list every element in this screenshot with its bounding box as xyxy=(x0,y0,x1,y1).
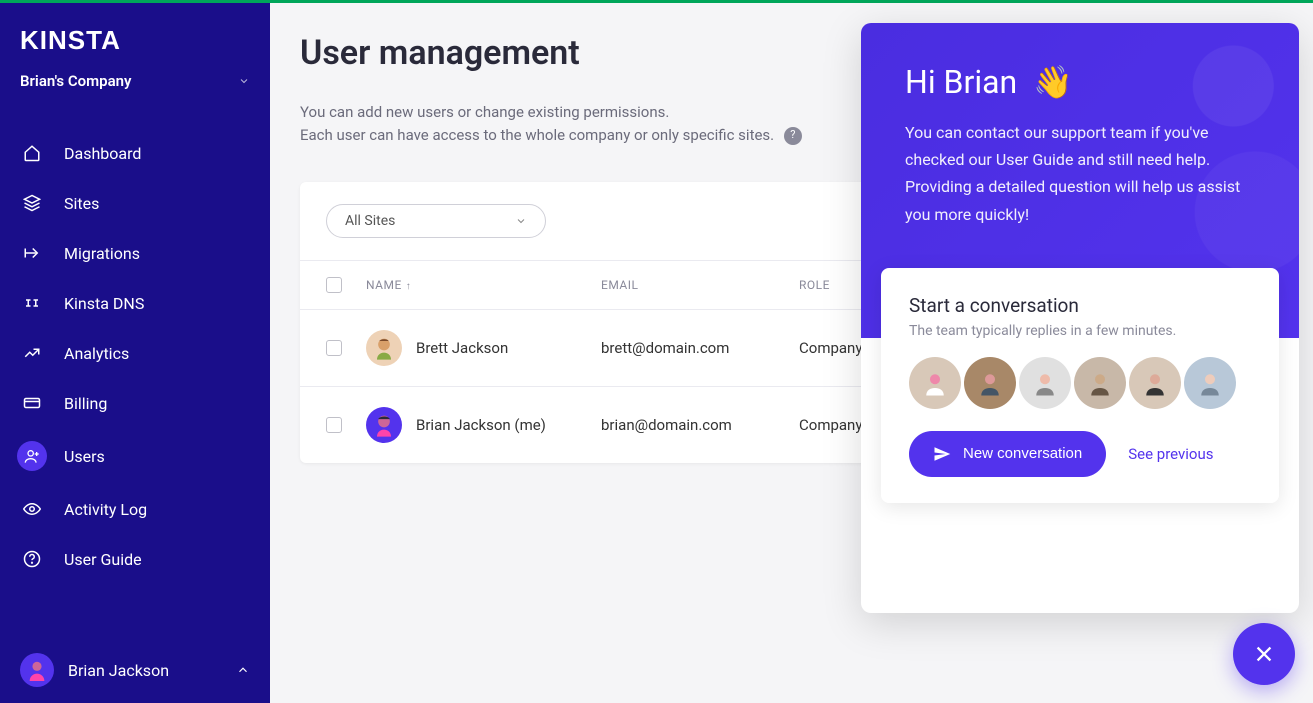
sidebar-item-dns[interactable]: Kinsta DNS xyxy=(0,278,270,328)
user-email: brian@domain.com xyxy=(601,416,799,434)
avatar xyxy=(20,653,54,687)
sidebar-item-label: Kinsta DNS xyxy=(64,294,144,313)
team-avatar xyxy=(1074,357,1126,409)
sidebar-item-user-guide[interactable]: User Guide xyxy=(0,534,270,584)
see-previous-link[interactable]: See previous xyxy=(1128,445,1213,463)
team-avatar xyxy=(964,357,1016,409)
chevron-down-icon xyxy=(238,75,250,87)
site-filter-label: All Sites xyxy=(345,213,395,229)
user-name: Brian Jackson (me) xyxy=(416,416,546,434)
sidebar-item-activity-log[interactable]: Activity Log xyxy=(0,484,270,534)
team-avatar xyxy=(1019,357,1071,409)
select-all-checkbox[interactable] xyxy=(326,277,342,293)
sidebar-item-label: Dashboard xyxy=(64,144,141,163)
chat-greeting: Hi Brian 👋 xyxy=(905,63,1255,101)
new-conversation-label: New conversation xyxy=(963,445,1082,462)
sidebar-item-migrations[interactable]: Migrations xyxy=(0,228,270,278)
migrations-icon xyxy=(20,241,44,265)
chevron-up-icon xyxy=(236,663,250,677)
sidebar-item-label: Analytics xyxy=(64,344,129,363)
chat-actions: New conversation See previous xyxy=(909,431,1251,477)
current-user-name: Brian Jackson xyxy=(68,661,169,680)
team-avatars xyxy=(909,357,1251,409)
sidebar-item-label: Migrations xyxy=(64,244,140,263)
sidebar-item-users[interactable]: Users xyxy=(0,428,270,484)
new-conversation-button[interactable]: New conversation xyxy=(909,431,1106,477)
chat-card-subtitle: The team typically replies in a few minu… xyxy=(909,323,1251,339)
chat-widget: Hi Brian 👋 You can contact our support t… xyxy=(861,23,1299,613)
analytics-icon xyxy=(20,341,44,365)
sort-asc-icon: ↑ xyxy=(406,281,412,292)
sidebar-item-billing[interactable]: Billing xyxy=(0,378,270,428)
eye-icon xyxy=(20,497,44,521)
users-icon xyxy=(17,441,47,471)
row-checkbox[interactable] xyxy=(326,417,342,433)
team-avatar xyxy=(1184,357,1236,409)
brand-logo: KINSTA xyxy=(0,3,270,66)
sidebar-item-sites[interactable]: Sites xyxy=(0,178,270,228)
chat-conversation-card: Start a conversation The team typically … xyxy=(881,268,1279,503)
user-name: Brett Jackson xyxy=(416,339,508,357)
sidebar-item-label: Billing xyxy=(64,394,107,413)
wave-emoji: 👋 xyxy=(1033,63,1073,101)
team-avatar xyxy=(909,357,961,409)
close-icon xyxy=(1253,643,1275,665)
site-filter-select[interactable]: All Sites xyxy=(326,204,546,238)
avatar xyxy=(366,330,402,366)
help-icon xyxy=(20,547,44,571)
header-name[interactable]: NAME↑ xyxy=(366,278,601,292)
sidebar-item-label: User Guide xyxy=(64,550,142,569)
team-avatar xyxy=(1129,357,1181,409)
layers-icon xyxy=(20,191,44,215)
sidebar-item-label: Sites xyxy=(64,194,99,213)
nav-list: Dashboard Sites Migrations Kinsta DNS An… xyxy=(0,110,270,637)
header-email[interactable]: EMAIL xyxy=(601,278,799,292)
sidebar: KINSTA Brian's Company Dashboard Sites M… xyxy=(0,3,270,703)
chat-close-button[interactable] xyxy=(1233,623,1295,685)
send-icon xyxy=(933,445,951,463)
chat-subtext: You can contact our support team if you'… xyxy=(905,119,1255,228)
billing-icon xyxy=(20,391,44,415)
current-user-menu[interactable]: Brian Jackson xyxy=(0,637,270,703)
sidebar-item-analytics[interactable]: Analytics xyxy=(0,328,270,378)
user-email: brett@domain.com xyxy=(601,339,799,357)
chevron-down-icon xyxy=(515,215,527,227)
company-selector-label: Brian's Company xyxy=(20,72,132,90)
home-icon xyxy=(20,141,44,165)
dns-icon xyxy=(20,291,44,315)
sidebar-item-dashboard[interactable]: Dashboard xyxy=(0,128,270,178)
row-checkbox[interactable] xyxy=(326,340,342,356)
sidebar-item-label: Users xyxy=(64,447,105,466)
sidebar-item-label: Activity Log xyxy=(64,500,147,519)
company-selector[interactable]: Brian's Company xyxy=(0,66,270,110)
help-tooltip-icon[interactable]: ? xyxy=(784,127,802,145)
avatar xyxy=(366,407,402,443)
chat-card-title: Start a conversation xyxy=(909,294,1251,317)
